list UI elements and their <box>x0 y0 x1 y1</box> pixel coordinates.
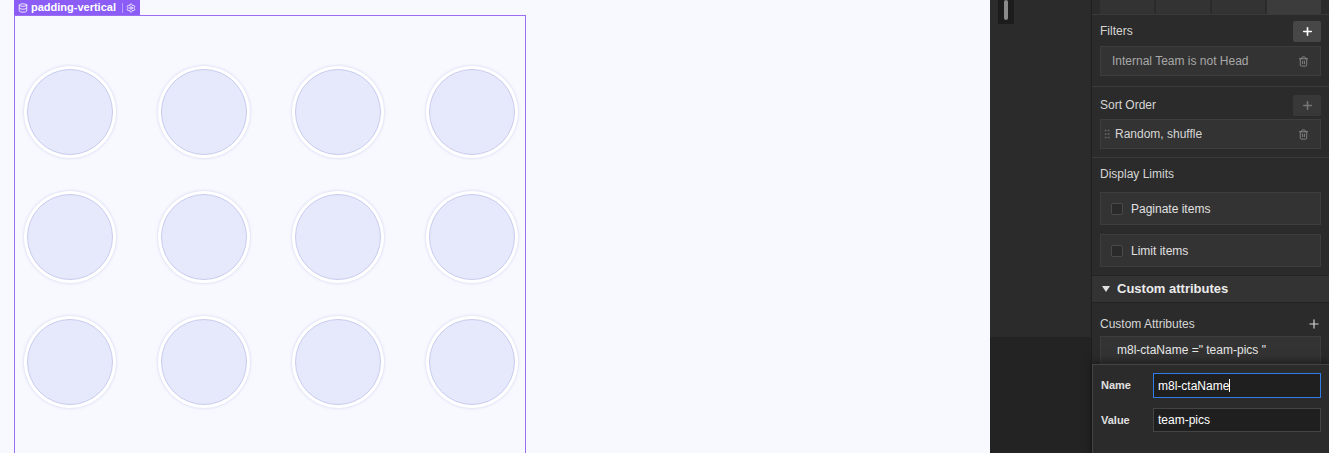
section-label: Display Limits <box>1100 165 1321 183</box>
sort-item[interactable]: Random, shuffle <box>1100 119 1321 149</box>
name-label: Name <box>1101 377 1149 394</box>
section-label: Filters <box>1100 22 1133 40</box>
plus-icon <box>1301 99 1314 112</box>
panel-tabs <box>1092 0 1329 15</box>
value-label: Value <box>1101 412 1149 429</box>
avatar-picture <box>292 191 384 283</box>
section-header: Sort Order <box>1100 93 1321 117</box>
gear-icon[interactable] <box>126 3 136 13</box>
filters-section: Filters Internal Team is not Head <box>1092 15 1329 87</box>
add-button[interactable] <box>1293 21 1321 42</box>
filter-item[interactable]: Internal Team is not Head <box>1100 46 1321 76</box>
custom-attributes: Custom Attributesm8l-ctaName =" team-pic… <box>1092 303 1329 364</box>
avatar-picture <box>24 316 116 408</box>
settings-panel: Filters Internal Team is not Head Sort Ord… <box>1091 0 1329 453</box>
avatar-picture <box>426 66 518 158</box>
webflow-designer: padding-vertical Filters Internal Team is … <box>0 0 1329 453</box>
avatar-picture <box>158 316 250 408</box>
collection-icon <box>18 3 28 13</box>
plus-icon <box>1301 25 1314 38</box>
avatar-picture <box>426 191 518 283</box>
canvas-gutter <box>990 0 1091 453</box>
limit-option[interactable]: Paginate items <box>1100 192 1321 225</box>
value-input[interactable]: team-pics <box>1153 408 1321 432</box>
element-label: padding-vertical <box>14 0 140 15</box>
collection-list[interactable] <box>14 15 526 453</box>
scrollbar[interactable] <box>998 0 1014 24</box>
add-button[interactable] <box>1293 95 1321 116</box>
trash-icon[interactable] <box>1298 56 1309 67</box>
caret-icon <box>1102 286 1110 292</box>
sort-section: Sort Order Random, shuffle <box>1092 87 1329 158</box>
attribute-editor: Namem8l-ctaNameValueteam-pics <box>1092 364 1329 453</box>
avatar-picture <box>292 66 384 158</box>
section-header: Filters <box>1100 19 1321 43</box>
attribute-item[interactable]: m8l-ctaName =" team-pics " <box>1100 336 1321 364</box>
avatar-picture <box>24 66 116 158</box>
checkbox[interactable] <box>1111 203 1123 215</box>
checkbox[interactable] <box>1111 245 1123 257</box>
plus-icon[interactable] <box>1307 317 1321 331</box>
section-label: Sort Order <box>1100 96 1156 114</box>
display-limits-section: Display Limits Paginate items Limit items <box>1092 158 1329 275</box>
name-input[interactable]: m8l-ctaName <box>1153 373 1321 398</box>
drag-handle-icon[interactable] <box>1101 128 1113 140</box>
custom-attributes-header[interactable]: Custom attributes <box>1092 275 1329 303</box>
avatar-picture <box>426 316 518 408</box>
avatar-picture <box>292 316 384 408</box>
avatar-picture <box>24 191 116 283</box>
trash-icon[interactable] <box>1298 129 1309 140</box>
avatar-picture <box>158 191 250 283</box>
avatar-grid <box>24 66 525 408</box>
avatar-picture <box>158 66 250 158</box>
limit-option[interactable]: Limit items <box>1100 234 1321 267</box>
canvas: padding-vertical <box>0 0 990 453</box>
